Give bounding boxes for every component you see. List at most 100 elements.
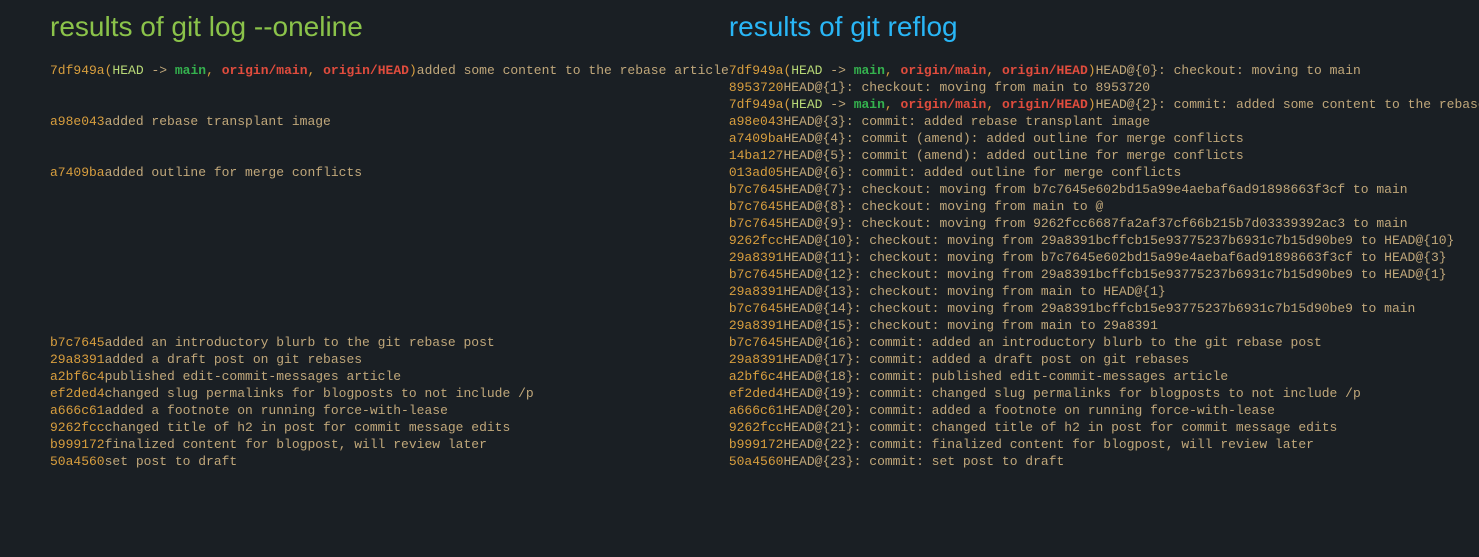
reflog-ref: HEAD@{9}: [783, 215, 861, 232]
refs-decoration: (HEAD -> main, origin/main, origin/HEAD) [783, 96, 1095, 113]
log-gap [50, 79, 729, 113]
reflog-line: 9262fcc HEAD@{21}: commit: changed title… [729, 419, 1479, 436]
commit-message: added some content to the rebase article [417, 62, 729, 79]
reflog-message: commit: added rebase transplant image [861, 113, 1150, 130]
commit-hash: 50a4560 [50, 453, 105, 470]
log-line: a98e043 added rebase transplant image [50, 113, 729, 130]
git-reflog-title: results of git reflog [729, 10, 1479, 44]
log-line: 9262fcc changed title of h2 in post for … [50, 419, 729, 436]
commit-message: changed slug permalinks for blogposts to… [105, 385, 534, 402]
reflog-message: checkout: moving from b7c7645e602bd15a99… [861, 181, 1407, 198]
reflog-line: 29a8391 HEAD@{13}: checkout: moving from… [729, 283, 1479, 300]
reflog-message: commit: added a footnote on running forc… [869, 402, 1275, 419]
reflog-ref: HEAD@{10}: [783, 232, 869, 249]
reflog-ref: HEAD@{23}: [783, 453, 869, 470]
commit-hash: 9262fcc [50, 419, 105, 436]
commit-message: published edit-commit-messages article [105, 368, 401, 385]
reflog-ref: HEAD@{21}: [783, 419, 869, 436]
commit-hash: a2bf6c4 [50, 368, 105, 385]
commit-message: added a draft post on git rebases [105, 351, 362, 368]
commit-hash: a7409ba [50, 164, 105, 181]
reflog-message: checkout: moving from 9262fcc6687fa2af37… [861, 215, 1407, 232]
log-line: a2bf6c4 published edit-commit-messages a… [50, 368, 729, 385]
commit-hash: a98e043 [50, 113, 105, 130]
reflog-line: a666c61 HEAD@{20}: commit: added a footn… [729, 402, 1479, 419]
log-line: 29a8391 added a draft post on git rebase… [50, 351, 729, 368]
reflog-message: checkout: moving to main [1174, 62, 1361, 79]
commit-hash: 14ba127 [729, 147, 784, 164]
commit-hash: b7c7645 [729, 334, 784, 351]
reflog-ref: HEAD@{12}: [783, 266, 869, 283]
commit-hash: ef2ded4 [729, 385, 784, 402]
comparison-container: results of git log --oneline 7df949a (HE… [0, 0, 1479, 490]
commit-hash: b7c7645 [50, 334, 105, 351]
commit-hash: ef2ded4 [50, 385, 105, 402]
commit-hash: 8953720 [729, 79, 784, 96]
commit-hash: 7df949a [729, 62, 784, 79]
reflog-line: 14ba127 HEAD@{5}: commit (amend): added … [729, 147, 1479, 164]
reflog-line: 29a8391 HEAD@{17}: commit: added a draft… [729, 351, 1479, 368]
reflog-ref: HEAD@{1}: [783, 79, 861, 96]
git-log-title: results of git log --oneline [50, 10, 729, 44]
reflog-message: checkout: moving from 29a8391bcffcb15e93… [869, 266, 1446, 283]
reflog-line: b999172 HEAD@{22}: commit: finalized con… [729, 436, 1479, 453]
refs-decoration: (HEAD -> main, origin/main, origin/HEAD) [783, 62, 1095, 79]
commit-hash: b7c7645 [729, 198, 784, 215]
reflog-message: commit: changed slug permalinks for blog… [869, 385, 1360, 402]
reflog-ref: HEAD@{6}: [783, 164, 861, 181]
commit-hash: 9262fcc [729, 419, 784, 436]
reflog-message: commit: published edit-commit-messages a… [869, 368, 1228, 385]
reflog-ref: HEAD@{2}: [1096, 96, 1174, 113]
reflog-message: commit: finalized content for blogpost, … [869, 436, 1314, 453]
reflog-message: commit: added outline for merge conflict… [861, 164, 1181, 181]
commit-hash: 29a8391 [729, 249, 784, 266]
log-line: b999172 finalized content for blogpost, … [50, 436, 729, 453]
reflog-line: b7c7645 HEAD@{12}: checkout: moving from… [729, 266, 1479, 283]
commit-hash: 9262fcc [729, 232, 784, 249]
log-line: ef2ded4 changed slug permalinks for blog… [50, 385, 729, 402]
reflog-ref: HEAD@{22}: [783, 436, 869, 453]
reflog-ref: HEAD@{5}: [783, 147, 861, 164]
commit-hash: 013ad05 [729, 164, 784, 181]
reflog-message: commit (amend): added outline for merge … [861, 147, 1243, 164]
reflog-ref: HEAD@{8}: [783, 198, 861, 215]
commit-hash: 7df949a [50, 62, 105, 79]
reflog-ref: HEAD@{19}: [783, 385, 869, 402]
reflog-line: b7c7645 HEAD@{14}: checkout: moving from… [729, 300, 1479, 317]
reflog-line: b7c7645 HEAD@{7}: checkout: moving from … [729, 181, 1479, 198]
log-gap [50, 130, 729, 164]
reflog-message: commit: added an introductory blurb to t… [869, 334, 1321, 351]
commit-message: finalized content for blogpost, will rev… [105, 436, 487, 453]
log-line: 50a4560 set post to draft [50, 453, 729, 470]
reflog-ref: HEAD@{18}: [783, 368, 869, 385]
reflog-message: commit: added some content to the rebase… [1174, 96, 1479, 113]
commit-message: added an introductory blurb to the git r… [105, 334, 495, 351]
commit-hash: a666c61 [729, 402, 784, 419]
commit-message: added a footnote on running force-with-l… [105, 402, 448, 419]
git-log-column: results of git log --oneline 7df949a (HE… [0, 10, 729, 470]
reflog-line: a7409ba HEAD@{4}: commit (amend): added … [729, 130, 1479, 147]
reflog-line: 50a4560 HEAD@{23}: commit: set post to d… [729, 453, 1479, 470]
commit-hash: b7c7645 [729, 266, 784, 283]
reflog-message: commit (amend): added outline for merge … [861, 130, 1243, 147]
reflog-line: b7c7645 HEAD@{16}: commit: added an intr… [729, 334, 1479, 351]
commit-hash: a2bf6c4 [729, 368, 784, 385]
reflog-message: commit: added a draft post on git rebase… [869, 351, 1189, 368]
commit-hash: a98e043 [729, 113, 784, 130]
reflog-ref: HEAD@{17}: [783, 351, 869, 368]
commit-hash: a666c61 [50, 402, 105, 419]
reflog-line: a2bf6c4 HEAD@{18}: commit: published edi… [729, 368, 1479, 385]
reflog-ref: HEAD@{7}: [783, 181, 861, 198]
reflog-line: a98e043 HEAD@{3}: commit: added rebase t… [729, 113, 1479, 130]
reflog-message: checkout: moving from main to @ [861, 198, 1103, 215]
commit-message: set post to draft [105, 453, 238, 470]
log-line: a666c61 added a footnote on running forc… [50, 402, 729, 419]
reflog-line: 29a8391 HEAD@{11}: checkout: moving from… [729, 249, 1479, 266]
reflog-line: ef2ded4 HEAD@{19}: commit: changed slug … [729, 385, 1479, 402]
log-line: a7409ba added outline for merge conflict… [50, 164, 729, 181]
commit-hash: b999172 [50, 436, 105, 453]
reflog-line: 013ad05 HEAD@{6}: commit: added outline … [729, 164, 1479, 181]
reflog-message: commit: set post to draft [869, 453, 1064, 470]
git-reflog-column: results of git reflog 7df949a (HEAD -> m… [729, 10, 1479, 470]
reflog-line: b7c7645 HEAD@{8}: checkout: moving from … [729, 198, 1479, 215]
